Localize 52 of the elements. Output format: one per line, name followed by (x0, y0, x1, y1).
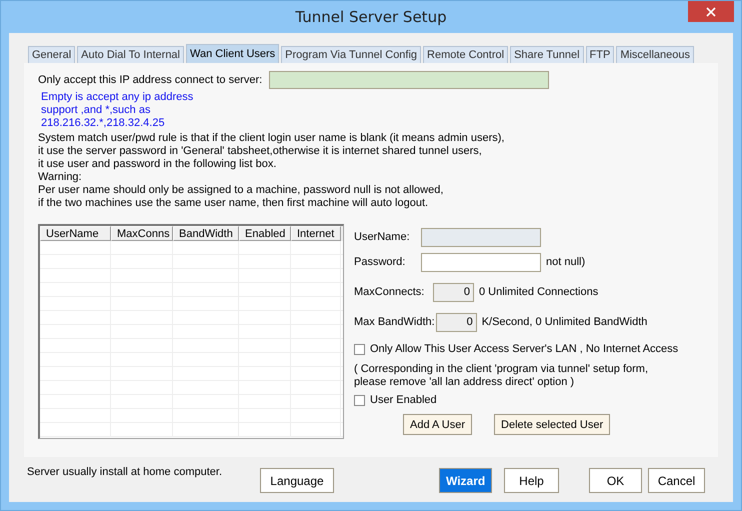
user-table[interactable]: UserName MaxConns BandWidth Enabled Internet (38, 224, 344, 439)
note-text: ( Corresponding in the client 'program via tunnel' setup form, (354, 363, 650, 376)
dialog-button[interactable]: OK (589, 468, 642, 493)
hint-text: support ,and *,such as (41, 104, 152, 117)
tab[interactable]: Miscellaneous (616, 46, 694, 63)
tab[interactable]: General (28, 46, 76, 63)
column-header[interactable]: Internet (291, 226, 341, 241)
input-field[interactable] (421, 252, 541, 272)
checkbox[interactable] (354, 394, 365, 406)
window-title: Tunnel Server Setup (295, 8, 447, 26)
field-note: not null) (546, 256, 586, 268)
tab[interactable]: FTP (586, 46, 614, 63)
action-button[interactable]: Delete selected User (494, 414, 610, 435)
column-header[interactable]: UserName (40, 226, 111, 241)
close-button[interactable] (688, 1, 734, 22)
tab[interactable]: Remote Control (423, 46, 508, 63)
field-note: K/Second, 0 Unlimited BandWidth (482, 316, 648, 328)
rule-text: System match user/pwd rule is that if the client login user name is blank (it means admin users), (38, 132, 506, 145)
rule-text: if the two machines use the same user name, then first machine will auto logout. (38, 197, 430, 210)
rule-text: Warning: (38, 171, 83, 184)
rule-text: Per user name should only be assigned to a machine, password null is not allowed, (38, 184, 444, 197)
field-label: Password: (354, 256, 406, 268)
rule-text: it use user and password in the following list box. (38, 158, 278, 171)
number-field[interactable]: 0 (436, 312, 477, 332)
column-header[interactable]: BandWidth (173, 226, 239, 241)
column-header[interactable]: MaxConns (111, 226, 173, 241)
tab[interactable]: Program Via Tunnel Config (281, 46, 422, 63)
close-icon (706, 6, 716, 16)
field-note: 0 Unlimited Connections (479, 286, 598, 298)
checkbox-label[interactable]: Only Allow This User Access Server's LAN , No Internet Access (370, 343, 678, 355)
field-label: MaxConnects: (354, 286, 426, 298)
checkbox-label[interactable]: User Enabled (370, 394, 437, 406)
hint-text: 218.216.32.*,218.32.4.25 (41, 117, 166, 130)
ip-field[interactable] (269, 71, 550, 89)
rule-text: it use the server password in 'General' tabsheet,otherwise it is internet shared tunnel users, (38, 145, 483, 158)
field-label: UserName: (354, 231, 411, 243)
hint-text: Empty is accept any ip address (41, 91, 194, 104)
dialog-button[interactable]: Language (260, 468, 334, 493)
dialog-button[interactable]: Cancel (648, 468, 705, 493)
column-header[interactable]: Enabled (239, 226, 291, 241)
tab[interactable]: Share Tunnel (510, 46, 584, 63)
dialog-button[interactable]: Help (504, 468, 559, 493)
action-button[interactable]: Add A User (403, 414, 472, 435)
number-field[interactable]: 0 (433, 282, 474, 302)
tab[interactable]: Wan Client Users (186, 44, 280, 63)
status-text: Server usually install at home computer. (27, 466, 224, 478)
field-label: Max BandWidth: (354, 316, 435, 328)
dialog-button[interactable]: Wizard (439, 468, 492, 493)
ip-label: Only accept this IP address connect to server: (38, 74, 262, 86)
note-text: please remove 'all lan address direct' option ) (354, 376, 576, 389)
tab[interactable]: Auto Dial To Internal (77, 46, 184, 63)
checkbox[interactable] (354, 344, 365, 354)
